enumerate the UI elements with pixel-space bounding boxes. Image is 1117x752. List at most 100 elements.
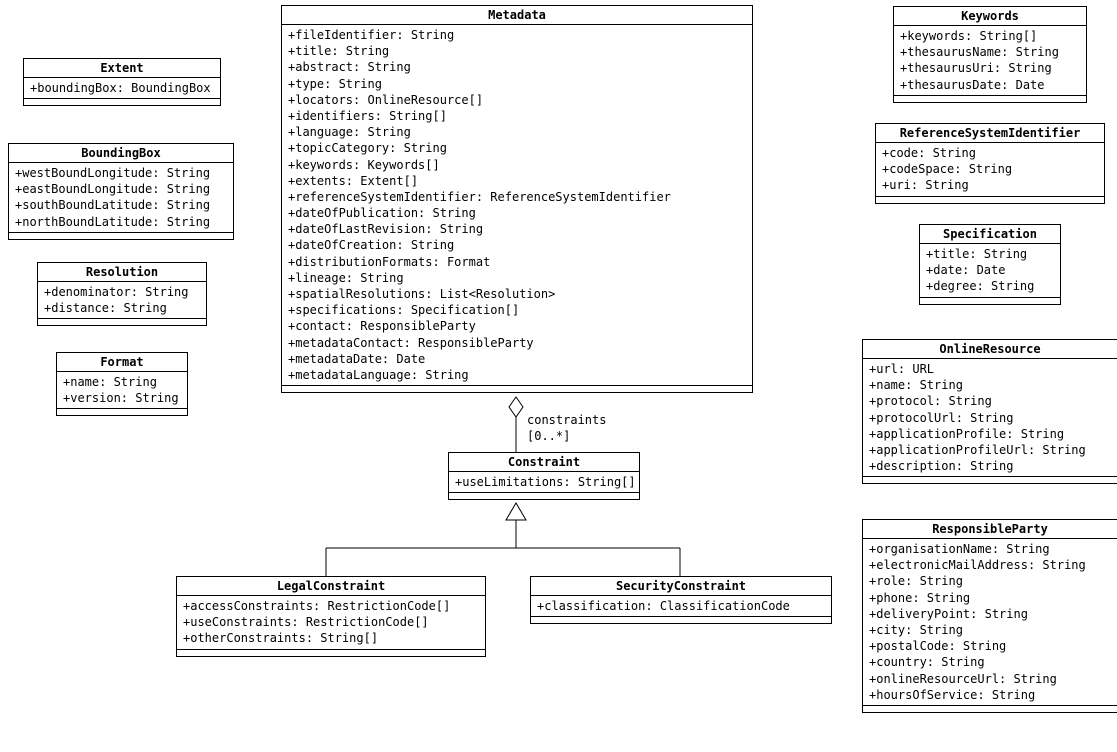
class-title: Metadata xyxy=(282,6,752,25)
class-attr-line: +spatialResolutions: List<Resolution> xyxy=(288,286,746,302)
class-attr-line: +boundingBox: BoundingBox xyxy=(30,80,214,96)
class-attr-line: +topicCategory: String xyxy=(288,140,746,156)
class-attr-line: +abstract: String xyxy=(288,59,746,75)
assoc-multiplicity: [0..*] xyxy=(527,429,570,443)
class-attrs: +title: String+date: Date+degree: String xyxy=(920,244,1060,298)
class-attr-line: +organisationName: String xyxy=(869,541,1111,557)
class-attrs: +name: String+version: String xyxy=(57,372,187,409)
class-title: LegalConstraint xyxy=(177,577,485,596)
class-attr-line: +westBoundLongitude: String xyxy=(15,165,227,181)
class-ops xyxy=(876,197,1104,203)
class-ops xyxy=(863,706,1117,712)
class-title: Extent xyxy=(24,59,220,78)
class-attrs: +denominator: String+distance: String xyxy=(38,282,206,319)
class-attr-line: +thesaurusUri: String xyxy=(900,60,1080,76)
class-ops xyxy=(894,96,1086,102)
class-attr-line: +thesaurusDate: Date xyxy=(900,77,1080,93)
generalization-arrow-icon xyxy=(506,503,526,520)
class-attr-line: +referenceSystemIdentifier: ReferenceSys… xyxy=(288,189,746,205)
class-ops xyxy=(531,617,831,623)
class-attr-line: +date: Date xyxy=(926,262,1054,278)
class-attr-line: +useConstraints: RestrictionCode[] xyxy=(183,614,479,630)
class-attr-line: +keywords: String[] xyxy=(900,28,1080,44)
class-attr-line: +specifications: Specification[] xyxy=(288,302,746,318)
class-format: Format +name: String+version: String xyxy=(56,352,188,416)
class-constraint: Constraint +useLimitations: String[] xyxy=(448,452,640,500)
class-resolution: Resolution +denominator: String+distance… xyxy=(37,262,207,326)
class-title: Resolution xyxy=(38,263,206,282)
class-attr-line: +uri: String xyxy=(882,177,1098,193)
class-attr-line: +dateOfLastRevision: String xyxy=(288,221,746,237)
class-attrs: +accessConstraints: RestrictionCode[]+us… xyxy=(177,596,485,650)
class-attr-line: +onlineResourceUrl: String xyxy=(869,671,1111,687)
class-attr-line: +country: String xyxy=(869,654,1111,670)
class-title: Specification xyxy=(920,225,1060,244)
class-attrs: +boundingBox: BoundingBox xyxy=(24,78,220,99)
class-title: Keywords xyxy=(894,7,1086,26)
class-keywords: Keywords +keywords: String[]+thesaurusNa… xyxy=(893,6,1087,103)
class-attr-line: +postalCode: String xyxy=(869,638,1111,654)
class-title: OnlineResource xyxy=(863,340,1117,359)
class-attr-line: +metadataDate: Date xyxy=(288,351,746,367)
class-attr-line: +denominator: String xyxy=(44,284,200,300)
class-metadata: Metadata +fileIdentifier: String+title: … xyxy=(281,5,753,393)
class-ops xyxy=(57,409,187,415)
class-title: Constraint xyxy=(449,453,639,472)
class-ops xyxy=(38,319,206,325)
class-attr-line: +useLimitations: String[] xyxy=(455,474,633,490)
class-attr-line: +phone: String xyxy=(869,590,1111,606)
class-attrs: +url: URL+name: String+protocol: String +… xyxy=(863,359,1117,477)
aggregation-diamond-icon xyxy=(509,397,523,417)
class-attrs: +westBoundLongitude: String+eastBoundLon… xyxy=(9,163,233,233)
class-attr-line: +type: String xyxy=(288,76,746,92)
class-attr-line: +metadataLanguage: String xyxy=(288,367,746,383)
class-ops xyxy=(24,99,220,105)
class-attrs: +keywords: String[]+thesaurusName: Strin… xyxy=(894,26,1086,96)
class-attr-line: +protocol: String xyxy=(869,393,1111,409)
class-attr-line: +language: String xyxy=(288,124,746,140)
class-attrs: +fileIdentifier: String+title: String+ab… xyxy=(282,25,752,386)
class-attr-line: +fileIdentifier: String xyxy=(288,27,746,43)
class-attr-line: +degree: String xyxy=(926,278,1054,294)
class-attr-line: +name: String xyxy=(63,374,181,390)
class-ops xyxy=(282,386,752,392)
class-title: ReferenceSystemIdentifier xyxy=(876,124,1104,143)
class-attr-line: +electronicMailAddress: String xyxy=(869,557,1111,573)
class-attr-line: +name: String xyxy=(869,377,1111,393)
class-attr-line: +metadataContact: ResponsibleParty xyxy=(288,335,746,351)
class-ops xyxy=(177,650,485,656)
class-attr-line: +distance: String xyxy=(44,300,200,316)
class-attr-line: +otherConstraints: String[] xyxy=(183,630,479,646)
class-attr-line: +dateOfPublication: String xyxy=(288,205,746,221)
class-title: BoundingBox xyxy=(9,144,233,163)
class-attrs: +organisationName: String+electronicMail… xyxy=(863,539,1117,706)
class-attr-line: +keywords: Keywords[] xyxy=(288,157,746,173)
class-extent: Extent +boundingBox: BoundingBox xyxy=(23,58,221,106)
class-attr-line: +applicationProfile: String xyxy=(869,426,1111,442)
class-title: ResponsibleParty xyxy=(863,520,1117,539)
class-attr-line: +title: String xyxy=(926,246,1054,262)
class-legalconstraint: LegalConstraint +accessConstraints: Rest… xyxy=(176,576,486,657)
class-attr-line: +deliveryPoint: String xyxy=(869,606,1111,622)
class-title: Format xyxy=(57,353,187,372)
class-boundingbox: BoundingBox +westBoundLongitude: String+… xyxy=(8,143,234,240)
class-attr-line: +lineage: String xyxy=(288,270,746,286)
class-attr-line: +extents: Extent[] xyxy=(288,173,746,189)
class-attr-line: +contact: ResponsibleParty xyxy=(288,318,746,334)
class-attr-line: +applicationProfileUrl: String xyxy=(869,442,1111,458)
class-ops xyxy=(920,298,1060,304)
class-attr-line: +codeSpace: String xyxy=(882,161,1098,177)
class-attr-line: +distributionFormats: Format xyxy=(288,254,746,270)
class-ops xyxy=(863,477,1117,483)
class-attr-line: +url: URL xyxy=(869,361,1111,377)
class-attr-line: +thesaurusName: String xyxy=(900,44,1080,60)
class-ops xyxy=(9,233,233,239)
class-responsibleparty: ResponsibleParty +organisationName: Stri… xyxy=(862,519,1117,713)
class-attr-line: +code: String xyxy=(882,145,1098,161)
class-attr-line: +role: String xyxy=(869,573,1111,589)
class-specification: Specification +title: String+date: Date+… xyxy=(919,224,1061,305)
class-attr-line: +accessConstraints: RestrictionCode[] xyxy=(183,598,479,614)
class-attr-line: +classification: ClassificationCode xyxy=(537,598,825,614)
class-attrs: +classification: ClassificationCode xyxy=(531,596,831,617)
class-attr-line: +hoursOfService: String xyxy=(869,687,1111,703)
